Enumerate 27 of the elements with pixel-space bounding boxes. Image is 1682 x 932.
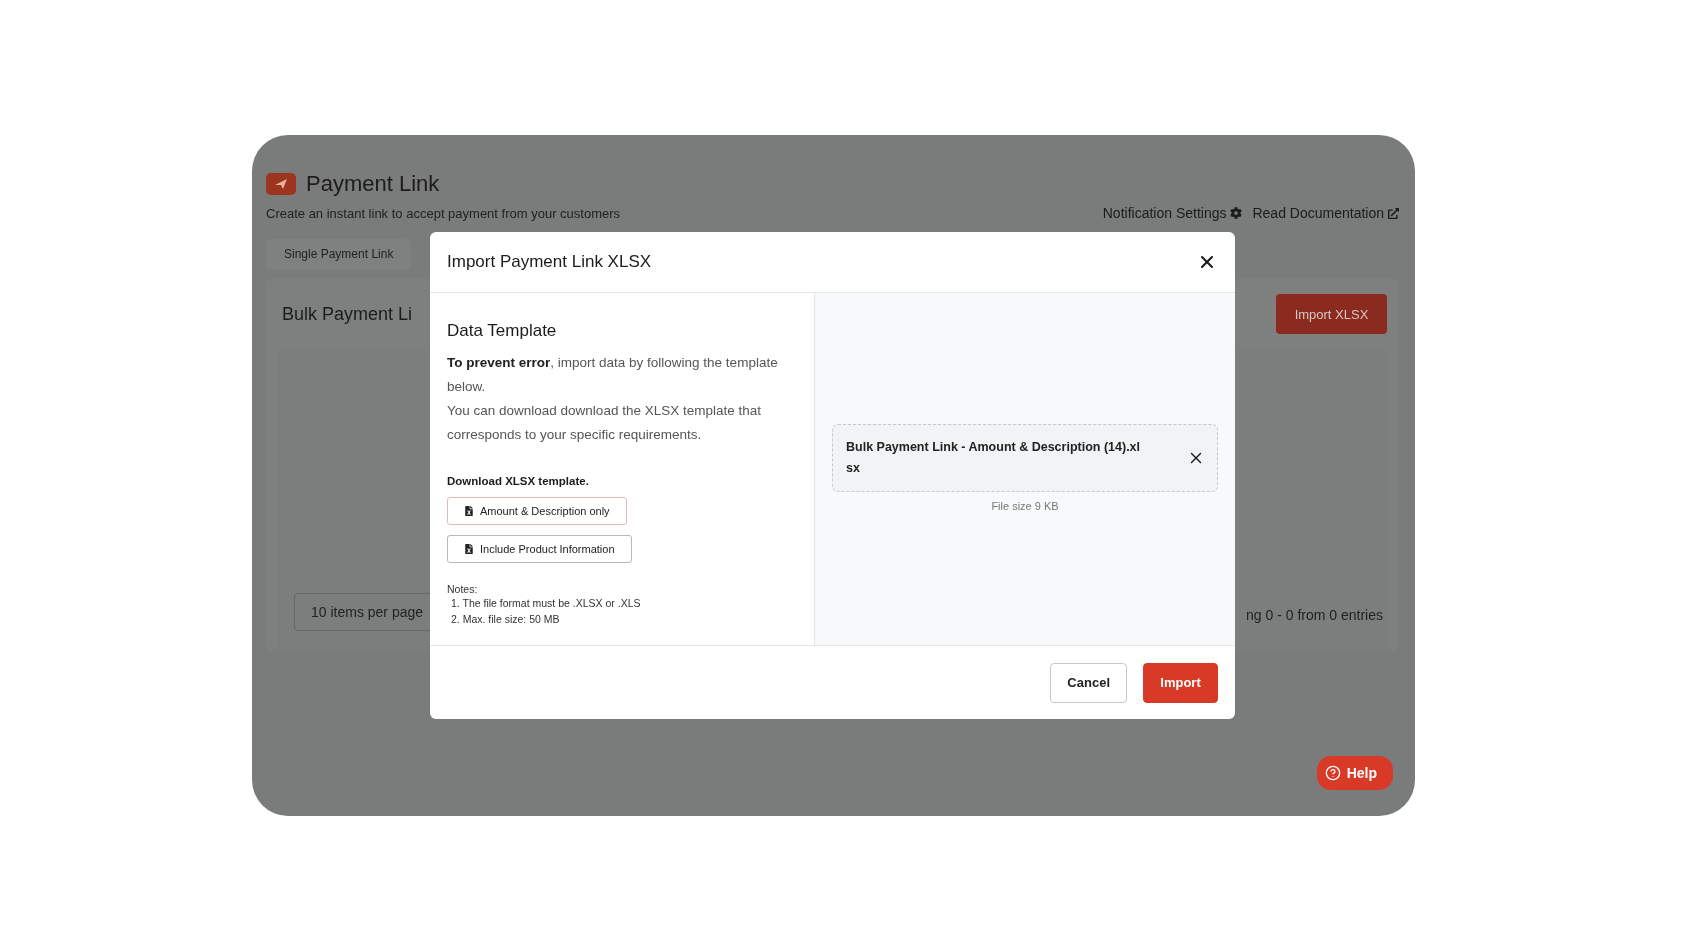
section-title: Data Template xyxy=(447,321,558,341)
file-icon xyxy=(464,506,474,516)
import-button[interactable]: Import xyxy=(1143,662,1218,703)
page-title: Payment Link xyxy=(306,171,440,197)
notes-label: Notes: xyxy=(447,583,479,595)
card-title: Bulk Payment Li xyxy=(282,303,414,325)
settings-icon xyxy=(1230,207,1243,219)
logo-icon xyxy=(266,173,296,195)
template-download-button[interactable]: Amount & Description only xyxy=(447,497,627,525)
header-link[interactable]: Notification Settings xyxy=(1102,205,1243,221)
help-button[interactable]: Help xyxy=(1316,756,1393,790)
import-xlsx-button[interactable]: Import XLSX xyxy=(1276,294,1387,334)
file-name: Bulk Payment Link - Amount & Description (14).xlsx xyxy=(846,439,1142,477)
dialog-title: Import Payment Link XLSX xyxy=(447,252,652,272)
download-label: Download XLSX template. xyxy=(447,475,590,487)
help-icon xyxy=(1324,765,1341,781)
cancel-button[interactable]: Cancel xyxy=(1050,662,1127,703)
header-link[interactable]: Read Documentation xyxy=(1252,205,1399,221)
page-subtitle: Create an instant link to accept payment from your customers xyxy=(266,205,621,221)
template-download-button[interactable]: Include Product Information xyxy=(447,535,632,563)
external-link-icon xyxy=(1388,207,1399,219)
intro-text: You can download download the XLSX template that corresponds to your specific requirements. xyxy=(447,402,762,444)
tab[interactable]: Single Payment Link xyxy=(266,239,412,269)
file-icon xyxy=(464,544,474,554)
intro-text: To prevent error, import data by following the template below. xyxy=(447,354,779,396)
entries-count: ng 0 - 0 from 0 entries xyxy=(1246,607,1383,625)
file-size: File size 9 KB xyxy=(991,500,1059,512)
